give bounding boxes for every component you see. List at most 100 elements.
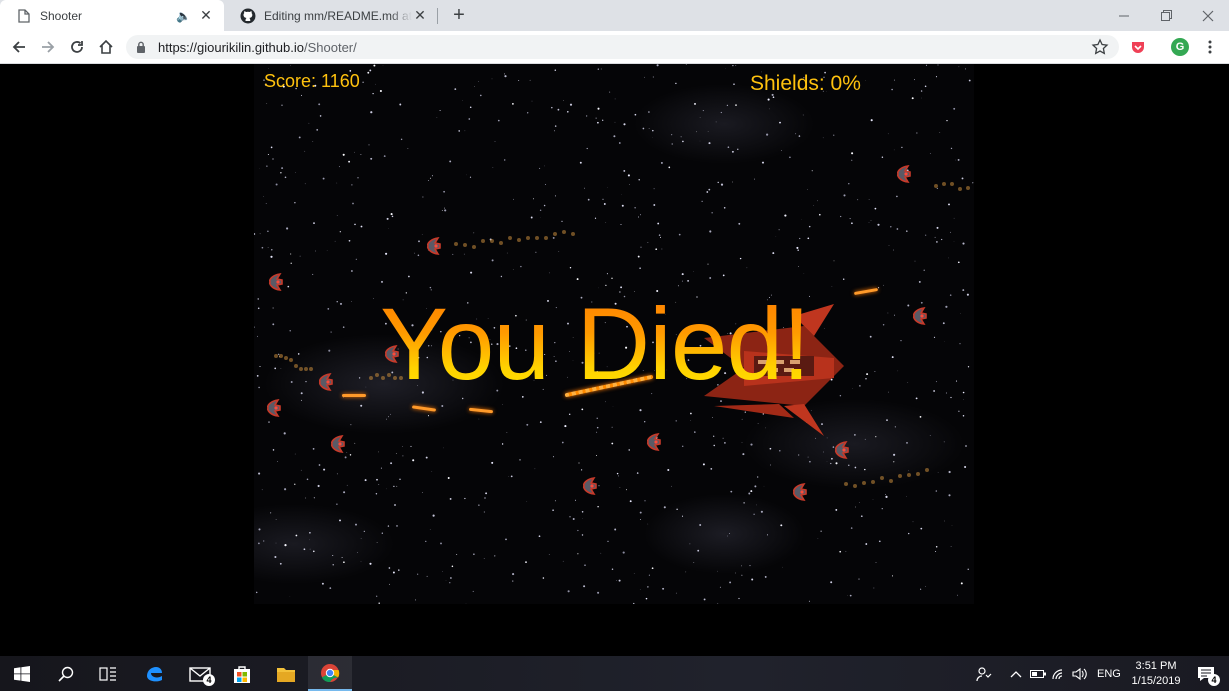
speaker-icon[interactable]: 🔈 xyxy=(176,9,192,23)
star xyxy=(305,497,307,499)
star xyxy=(950,231,951,233)
profile-avatar[interactable]: G xyxy=(1170,37,1190,57)
star xyxy=(339,519,341,522)
star xyxy=(552,456,555,458)
game-canvas[interactable]: Score: 1160 Shields: 0% You Died! xyxy=(254,64,974,604)
wifi-icon[interactable] xyxy=(1052,656,1068,691)
restore-window-icon[interactable] xyxy=(1145,0,1187,31)
new-tab-button[interactable]: + xyxy=(448,4,470,26)
star xyxy=(267,153,269,156)
star xyxy=(611,442,614,445)
forward-arrow-icon[interactable] xyxy=(36,35,60,59)
task-view-icon[interactable] xyxy=(86,656,130,691)
star xyxy=(375,83,376,85)
star xyxy=(811,170,813,172)
star xyxy=(258,528,261,531)
star xyxy=(257,335,258,337)
debris-dot xyxy=(472,244,476,249)
star xyxy=(911,97,914,100)
star xyxy=(506,252,508,254)
star xyxy=(339,231,341,233)
tab-shooter[interactable]: Shooter 🔈 ✕ xyxy=(0,0,224,31)
star xyxy=(267,247,269,248)
address-bar[interactable]: https://giourikilin.github.io/Shooter/ xyxy=(126,35,1119,59)
star xyxy=(478,504,480,506)
language-indicator[interactable]: ENG xyxy=(1097,656,1121,691)
star xyxy=(530,216,533,219)
star xyxy=(887,391,889,393)
reload-icon[interactable] xyxy=(65,35,89,59)
star xyxy=(799,237,801,240)
star xyxy=(864,438,866,440)
store-icon[interactable] xyxy=(220,656,264,691)
star xyxy=(708,188,711,191)
star xyxy=(830,462,832,465)
tab-github-readme[interactable]: Editing mm/README.md at master ✕ xyxy=(224,0,438,31)
star xyxy=(387,416,389,418)
star xyxy=(948,257,949,259)
people-icon[interactable] xyxy=(976,656,992,691)
star xyxy=(527,112,529,114)
star xyxy=(768,108,770,110)
star xyxy=(443,190,445,193)
star xyxy=(942,322,945,325)
close-window-icon[interactable] xyxy=(1187,0,1229,31)
star xyxy=(660,161,663,164)
star xyxy=(597,107,600,110)
star xyxy=(962,242,965,245)
minimize-window-icon[interactable] xyxy=(1103,0,1145,31)
back-arrow-icon[interactable] xyxy=(7,35,31,59)
edge-browser-icon[interactable] xyxy=(132,656,176,691)
clock-time: 3:51 PM xyxy=(1135,660,1177,672)
chevron-up-icon[interactable] xyxy=(1010,656,1022,691)
star xyxy=(358,377,361,379)
star xyxy=(729,581,732,584)
battery-icon[interactable] xyxy=(1030,656,1046,691)
taskbar-clock[interactable]: 3:51 PM 1/15/2019 xyxy=(1124,659,1188,689)
bookmark-star-icon[interactable] xyxy=(1091,38,1109,56)
lock-icon[interactable] xyxy=(136,41,150,53)
star xyxy=(381,532,383,534)
start-windows-icon[interactable] xyxy=(0,656,44,691)
search-icon[interactable] xyxy=(44,656,88,691)
star xyxy=(369,562,372,565)
close-tab-icon[interactable]: ✕ xyxy=(412,7,428,24)
star xyxy=(327,308,330,310)
star xyxy=(464,130,466,132)
home-icon[interactable] xyxy=(94,35,118,59)
star xyxy=(321,582,324,585)
file-explorer-icon[interactable] xyxy=(264,656,308,691)
mail-icon[interactable]: 4 xyxy=(178,656,222,691)
star xyxy=(959,343,961,345)
star xyxy=(500,275,503,278)
star xyxy=(858,578,860,580)
action-center-icon[interactable]: 4 xyxy=(1184,656,1228,691)
star xyxy=(284,544,287,547)
star xyxy=(275,183,278,186)
star xyxy=(355,523,357,526)
star xyxy=(614,121,616,123)
enemy-ship-icon xyxy=(913,307,927,325)
star xyxy=(494,141,496,142)
star xyxy=(584,187,585,189)
star xyxy=(936,226,939,229)
laser-bolt xyxy=(342,394,366,397)
star xyxy=(519,459,521,461)
star xyxy=(941,238,943,241)
volume-icon[interactable] xyxy=(1072,656,1088,691)
star xyxy=(807,456,809,458)
star xyxy=(830,581,833,584)
star xyxy=(315,250,316,252)
star xyxy=(544,183,547,186)
menu-dots-icon[interactable] xyxy=(1200,37,1220,57)
chrome-taskbar-icon[interactable] xyxy=(308,656,352,691)
star xyxy=(365,386,367,388)
star xyxy=(823,451,824,453)
star xyxy=(639,519,641,521)
star xyxy=(287,285,290,288)
star xyxy=(323,468,326,471)
star xyxy=(586,147,588,150)
close-tab-icon[interactable]: ✕ xyxy=(198,7,214,24)
star xyxy=(440,542,442,545)
pocket-extension-icon[interactable] xyxy=(1128,37,1148,57)
